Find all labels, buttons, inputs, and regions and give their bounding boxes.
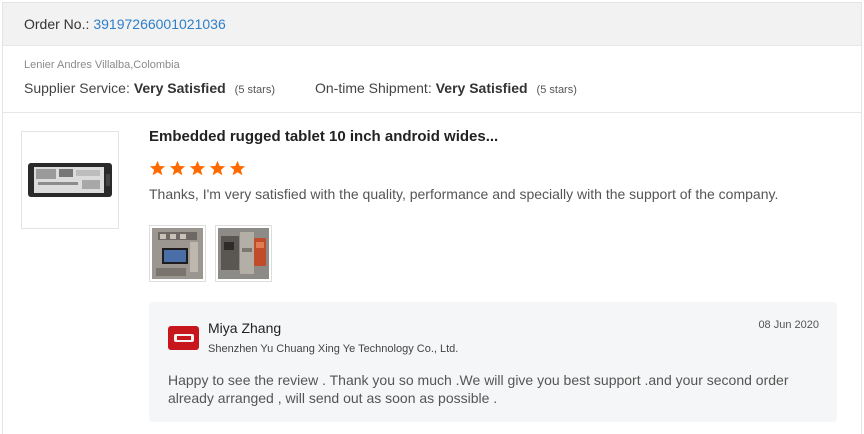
device-photo-icon [152,228,203,279]
supplier-reply: Miya Zhang Shenzhen Yu Chuang Xing Ye Te… [149,302,837,422]
supplier-service-rating: Supplier Service: Very Satisfied (5 star… [24,80,275,96]
order-number-link[interactable]: 39197266001021036 [93,16,225,32]
order-bar: Order No.: 39197266001021036 [3,3,861,46]
company-logo-icon [168,326,199,350]
star-icon [209,160,226,176]
rating-stars-text: (5 stars) [234,84,275,96]
review-star-rating [149,160,246,177]
review-text: Thanks, I'm very satisfied with the qual… [149,186,779,202]
star-icon [189,160,206,176]
reply-author-name: Miya Zhang [208,320,282,336]
reply-text: Happy to see the review . Thank you so m… [168,372,789,406]
reply-company-name: Shenzhen Yu Chuang Xing Ye Technology Co… [208,343,459,355]
product-thumbnail[interactable] [21,131,119,229]
rating-value: Very Satisfied [435,80,528,96]
logo-mark [173,334,194,342]
buyer-name-location: Lenier Andres Villalba,Colombia [24,59,180,71]
rating-value: Very Satisfied [133,80,226,96]
shipment-rating: On-time Shipment: Very Satisfied (5 star… [315,80,577,96]
product-title[interactable]: Embedded rugged tablet 10 inch android w… [149,128,498,145]
ratings-row: Supplier Service: Very Satisfied (5 star… [24,80,840,96]
review-photo[interactable] [215,225,272,282]
tablet-image-icon [28,163,112,197]
machine-photo-icon [218,228,269,279]
reply-date: 08 Jun 2020 [758,319,819,331]
review-photo[interactable] [149,225,206,282]
order-label: Order No.: [24,16,90,32]
rating-label: Supplier Service: [24,80,130,96]
star-icon [149,160,166,176]
star-icon [229,160,246,176]
rating-stars-text: (5 stars) [536,84,577,96]
rating-label: On-time Shipment: [315,80,432,96]
buyer-meta: Lenier Andres Villalba,Colombia Supplier… [3,46,861,113]
star-icon [169,160,186,176]
review-photos [149,225,272,282]
